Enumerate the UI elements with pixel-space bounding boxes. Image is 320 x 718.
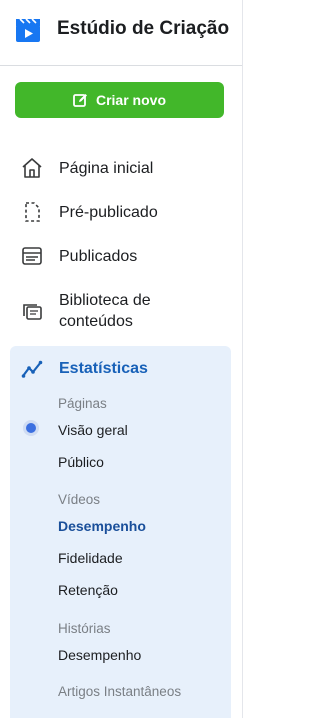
edit-square-icon bbox=[73, 93, 87, 107]
window-icon bbox=[20, 244, 44, 268]
section-title-videos: Vídeos bbox=[58, 492, 101, 507]
stats-panel: Estatísticas Páginas Visão geral Público… bbox=[10, 346, 231, 718]
sub-item-loyalty[interactable]: Fidelidade bbox=[58, 550, 123, 566]
section-title-pages: Páginas bbox=[58, 396, 107, 411]
create-new-label: Criar novo bbox=[95, 92, 166, 108]
nav-item-library[interactable]: Biblioteca de conteúdos bbox=[10, 290, 230, 332]
sub-item-video-performance[interactable]: Desempenho bbox=[58, 518, 146, 534]
selected-indicator bbox=[23, 420, 39, 436]
nav-label-pre-published: Pré-publicado bbox=[59, 203, 158, 221]
stacked-cards-icon bbox=[20, 299, 44, 323]
sub-item-overview[interactable]: Visão geral bbox=[58, 422, 128, 438]
nav-label-published: Publicados bbox=[59, 247, 138, 265]
create-new-button[interactable]: Criar novo bbox=[15, 82, 224, 118]
section-title-instant-articles: Artigos Instantâneos bbox=[58, 684, 182, 699]
nav-label-home: Página inicial bbox=[59, 159, 154, 177]
nav-item-stats[interactable]: Estatísticas bbox=[10, 352, 231, 386]
nav-label-library: Biblioteca de conteúdos bbox=[59, 292, 151, 330]
home-icon bbox=[20, 156, 44, 180]
nav-item-pre-published[interactable]: Pré-publicado bbox=[10, 200, 230, 224]
dashed-document-icon bbox=[20, 200, 44, 224]
sub-item-audience[interactable]: Público bbox=[58, 454, 104, 470]
sidebar: Estúdio de Criação Criar novo Página ini… bbox=[0, 0, 243, 718]
section-title-stories: Histórias bbox=[58, 621, 111, 636]
nav-item-home[interactable]: Página inicial bbox=[10, 156, 230, 180]
sub-item-retention[interactable]: Retenção bbox=[58, 582, 118, 598]
sub-item-stories-performance[interactable]: Desempenho bbox=[58, 647, 141, 663]
clapperboard-play-icon bbox=[16, 18, 40, 42]
nav-label-stats: Estatísticas bbox=[59, 360, 148, 377]
trend-line-icon bbox=[20, 357, 44, 381]
app-title: Estúdio de Criação bbox=[57, 18, 230, 39]
nav-item-published[interactable]: Publicados bbox=[10, 244, 230, 268]
sidebar-header: Estúdio de Criação bbox=[0, 0, 242, 66]
